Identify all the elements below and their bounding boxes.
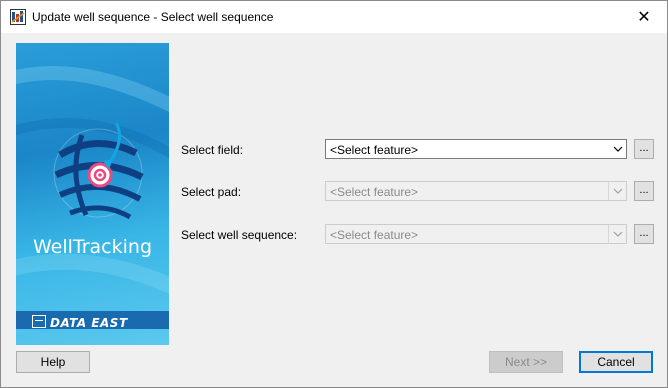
select-field-browse-button[interactable]: ... bbox=[634, 139, 654, 159]
chevron-down-icon[interactable] bbox=[608, 182, 626, 200]
select-field-dropdown[interactable]: <Select feature> bbox=[325, 139, 627, 159]
company-mark-icon bbox=[32, 315, 46, 328]
select-well-sequence-dropdown[interactable]: <Select feature> bbox=[325, 224, 627, 244]
title-bar[interactable]: Update well sequence - Select well seque… bbox=[1, 1, 667, 33]
select-well-sequence-browse-button[interactable]: ... bbox=[634, 224, 654, 244]
product-name: WellTracking bbox=[32, 236, 153, 258]
company-name: DATA EAST bbox=[50, 316, 128, 330]
help-button[interactable]: Help bbox=[16, 351, 90, 373]
close-button[interactable]: ✕ bbox=[621, 1, 667, 33]
globe-target-logo-icon bbox=[16, 66, 169, 294]
window-title: Update well sequence - Select well seque… bbox=[32, 10, 274, 24]
company-logo: DATA EAST bbox=[32, 315, 128, 330]
select-pad-value: <Select feature> bbox=[330, 185, 419, 199]
select-field-value: <Select feature> bbox=[330, 143, 419, 157]
cancel-button[interactable]: Cancel bbox=[579, 351, 653, 373]
app-tools-icon bbox=[10, 9, 26, 25]
product-banner: WellTracking DATA EAST bbox=[16, 43, 169, 345]
select-well-sequence-label: Select well sequence: bbox=[181, 228, 298, 242]
select-field-label: Select field: bbox=[181, 143, 244, 157]
select-pad-label: Select pad: bbox=[181, 185, 242, 199]
select-well-sequence-value: <Select feature> bbox=[330, 228, 419, 242]
chevron-down-icon[interactable] bbox=[608, 225, 626, 243]
close-icon: ✕ bbox=[637, 9, 651, 26]
next-button[interactable]: Next >> bbox=[489, 351, 563, 373]
chevron-down-icon[interactable] bbox=[609, 140, 626, 158]
select-pad-browse-button[interactable]: ... bbox=[634, 181, 654, 201]
dialog-window: Update well sequence - Select well seque… bbox=[0, 0, 668, 388]
select-pad-dropdown[interactable]: <Select feature> bbox=[325, 181, 627, 201]
